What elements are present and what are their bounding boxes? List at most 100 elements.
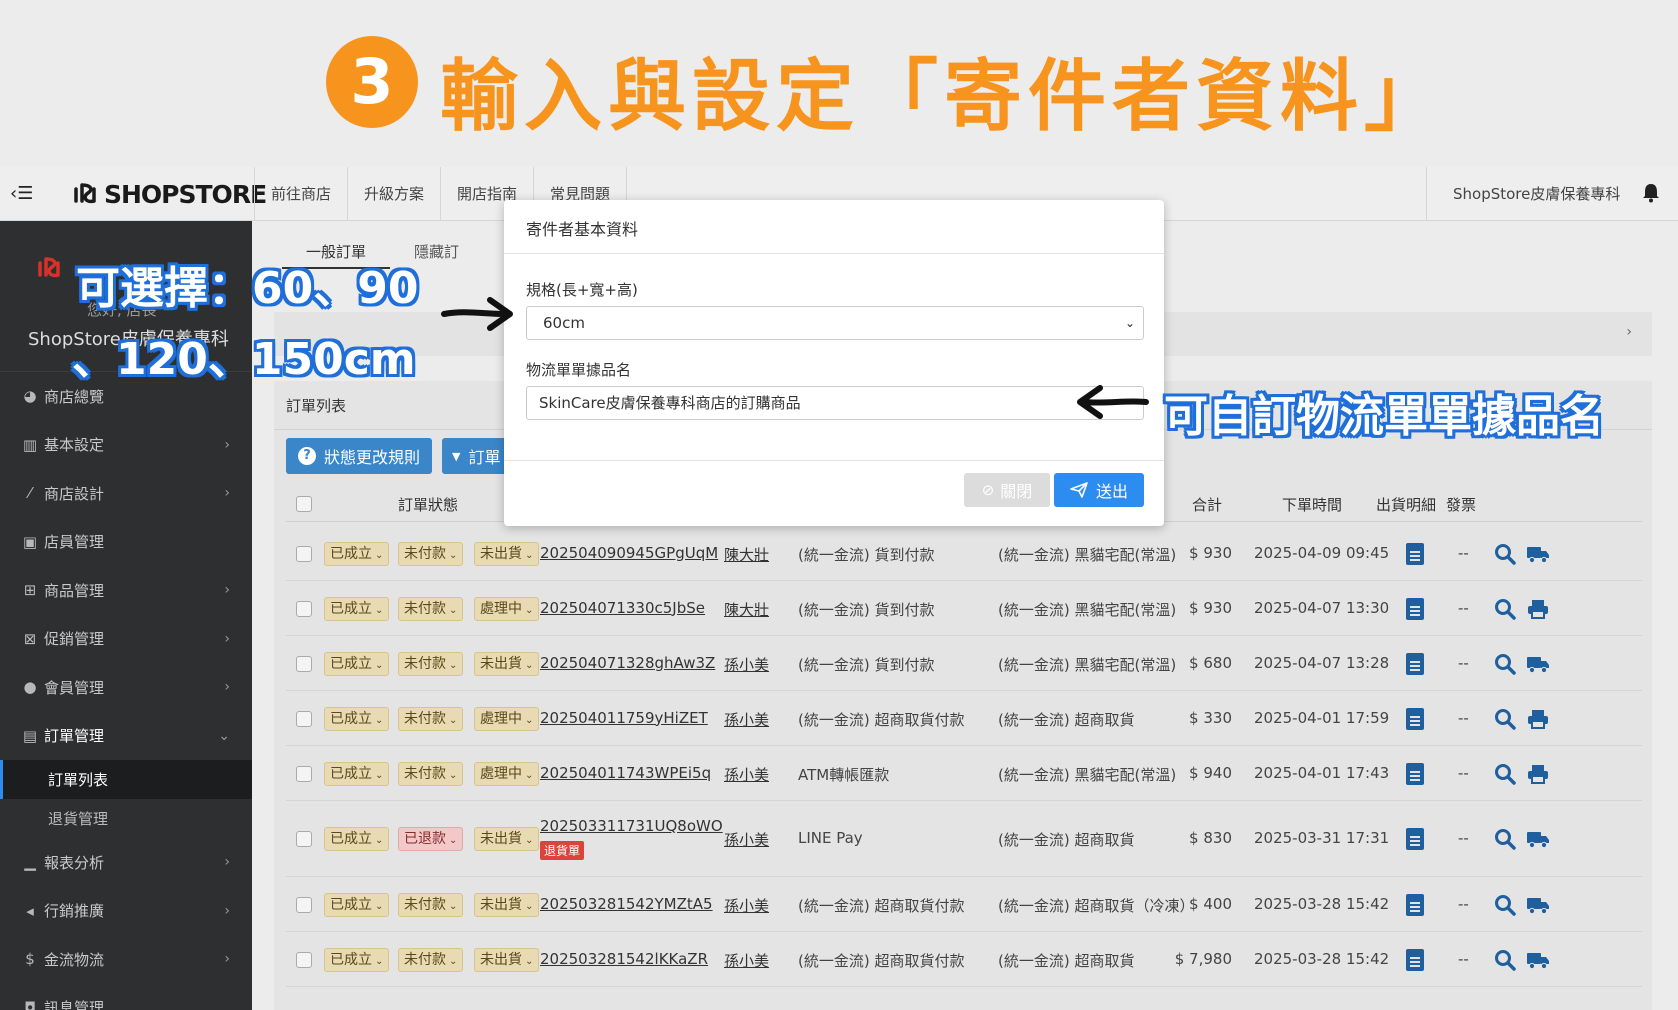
status-order-dropdown[interactable]: 已成立 ⌄	[324, 947, 390, 972]
status-payment-dropdown[interactable]: 未付款 ⌄	[398, 541, 464, 566]
sidebar-subitem-order-list[interactable]: 訂單列表	[0, 760, 252, 799]
customer-link[interactable]: 孫小美	[724, 895, 769, 916]
row-checkbox[interactable]	[296, 765, 312, 782]
truck-icon[interactable]	[1526, 894, 1550, 916]
order-number-link[interactable]: 202504011743WPEi5q	[540, 764, 711, 782]
status-shipping-dropdown[interactable]: 處理中 ⌄	[474, 706, 540, 731]
status-shipping-dropdown[interactable]: 未出貨 ⌄	[474, 827, 540, 851]
sidebar-item-products[interactable]: ⊞ 商品管理 ›	[0, 566, 252, 615]
order-number-link[interactable]: 202503281542YMZtA5	[540, 895, 713, 913]
sidebar-item-payment-logistics[interactable]: $ 金流物流 ›	[0, 935, 252, 984]
product-name-input[interactable]: SkinCare皮膚保養專科商店的訂購商品	[526, 386, 1144, 420]
sidebar-subitem-returns[interactable]: 退貨管理	[0, 799, 252, 838]
status-payment-dropdown[interactable]: 未付款 ⌄	[398, 706, 464, 731]
status-order-dropdown[interactable]: 已成立 ⌄	[324, 892, 390, 917]
row-checkbox[interactable]	[296, 600, 312, 617]
order-number-link[interactable]: 202504011759yHiZET	[540, 709, 708, 727]
status-payment-label: 未付款	[404, 710, 446, 727]
sidebar-item-staff[interactable]: ▣ 店員管理	[0, 518, 252, 567]
customer-link[interactable]: 陳大壯	[724, 599, 769, 620]
customer-link[interactable]: 陳大壯	[724, 544, 769, 565]
document-icon[interactable]	[1406, 597, 1424, 620]
search-icon[interactable]	[1494, 763, 1516, 785]
status-shipping-dropdown[interactable]: 處理中 ⌄	[474, 596, 540, 621]
status-order-dropdown[interactable]: 已成立 ⌄	[324, 596, 390, 621]
status-payment-dropdown[interactable]: 未付款 ⌄	[398, 761, 464, 786]
search-icon[interactable]	[1494, 828, 1516, 850]
row-checkbox[interactable]	[296, 896, 312, 913]
document-icon[interactable]	[1406, 948, 1424, 971]
customer-link[interactable]: 孫小美	[724, 709, 769, 730]
row-checkbox[interactable]	[296, 951, 312, 968]
order-number-link[interactable]: 202503311731UQ8oWO	[540, 817, 723, 835]
truck-icon[interactable]	[1526, 543, 1550, 565]
sidebar-item-marketing[interactable]: ◂ 行銷推廣 ›	[0, 887, 252, 936]
search-icon[interactable]	[1494, 543, 1516, 565]
status-payment-dropdown[interactable]: 未付款 ⌄	[398, 651, 464, 676]
store-name-menu[interactable]: ShopStore皮膚保養專科	[1426, 167, 1648, 221]
print-icon[interactable]	[1526, 708, 1550, 730]
search-icon[interactable]	[1494, 894, 1516, 916]
document-icon[interactable]	[1406, 707, 1424, 730]
order-number-link[interactable]: 202504071328ghAw3Z	[540, 654, 715, 672]
menu-toggle-icon[interactable]: ‹☰	[10, 183, 33, 204]
status-payment-dropdown[interactable]: 已退款 ⌄	[398, 827, 464, 851]
print-icon[interactable]	[1526, 763, 1550, 785]
sidebar-item-messages[interactable]: ◘ 訊息管理	[0, 984, 252, 1010]
document-icon[interactable]	[1406, 762, 1424, 785]
row-checkbox[interactable]	[296, 710, 312, 727]
sidebar-item-store-design[interactable]: ⁄ 商店設計 ›	[0, 469, 252, 518]
send-button[interactable]: 送出	[1054, 473, 1144, 507]
customer-link[interactable]: 孫小美	[724, 829, 769, 850]
search-icon[interactable]	[1494, 708, 1516, 730]
document-icon[interactable]	[1406, 542, 1424, 565]
document-icon[interactable]	[1406, 893, 1424, 916]
status-order-dropdown[interactable]: 已成立 ⌄	[324, 761, 390, 786]
status-payment-dropdown[interactable]: 未付款 ⌄	[398, 947, 464, 972]
search-icon[interactable]	[1494, 653, 1516, 675]
size-select[interactable]: 60cm ⌄	[526, 306, 1144, 340]
status-shipping-dropdown[interactable]: 處理中 ⌄	[474, 761, 540, 786]
status-shipping-dropdown[interactable]: 未出貨 ⌄	[474, 541, 540, 566]
print-icon[interactable]	[1526, 598, 1550, 620]
select-all-checkbox[interactable]	[296, 496, 312, 512]
send-button-label: 送出	[1095, 482, 1128, 501]
truck-icon[interactable]	[1526, 949, 1550, 971]
search-icon[interactable]	[1494, 949, 1516, 971]
sidebar-item-promotions[interactable]: ⊠ 促銷管理 ›	[0, 615, 252, 664]
row-checkbox[interactable]	[296, 545, 312, 562]
nav-item-visit-store[interactable]: 前往商店	[254, 167, 347, 221]
truck-icon[interactable]	[1526, 653, 1550, 675]
status-order-dropdown[interactable]: 已成立 ⌄	[324, 541, 390, 566]
document-icon[interactable]	[1406, 652, 1424, 675]
status-order-dropdown[interactable]: 已成立 ⌄	[324, 706, 390, 731]
nav-item-upgrade[interactable]: 升級方案	[347, 167, 440, 221]
sidebar-item-orders[interactable]: ▤ 訂單管理 ⌄	[0, 712, 252, 761]
sidebar-item-reports[interactable]: ▁ 報表分析 ›	[0, 838, 252, 887]
status-rules-button[interactable]: ? 狀態更改規則	[286, 438, 433, 474]
order-number-link[interactable]: 202504071330c5JbSe	[540, 599, 705, 617]
customer-link[interactable]: 孫小美	[724, 654, 769, 675]
status-order-dropdown[interactable]: 已成立 ⌄	[324, 827, 390, 851]
status-shipping-dropdown[interactable]: 未出貨 ⌄	[474, 947, 540, 972]
search-icon[interactable]	[1494, 598, 1516, 620]
status-payment-dropdown[interactable]: 未付款 ⌄	[398, 596, 464, 621]
status-shipping-dropdown[interactable]: 未出貨 ⌄	[474, 651, 540, 676]
order-number-link[interactable]: 202503281542lKKaZR	[540, 950, 708, 968]
sidebar-item-basic-settings[interactable]: ▥ 基本設定 ›	[0, 421, 252, 470]
row-checkbox[interactable]	[296, 655, 312, 672]
customer-link[interactable]: 孫小美	[724, 764, 769, 785]
customer-link[interactable]: 孫小美	[724, 950, 769, 971]
order-number-link[interactable]: 202504090945GPgUqM	[540, 544, 718, 562]
document-icon[interactable]	[1406, 828, 1424, 850]
sidebar-item-members[interactable]: ● 會員管理 ›	[0, 663, 252, 712]
close-button[interactable]: ⊘ 關閉	[964, 473, 1050, 507]
row-checkbox[interactable]	[296, 831, 312, 847]
status-shipping-dropdown[interactable]: 未出貨 ⌄	[474, 892, 540, 917]
shopstore-logo[interactable]: SHOPSTORE	[72, 177, 267, 211]
status-order-dropdown[interactable]: 已成立 ⌄	[324, 651, 390, 676]
bell-icon[interactable]	[1642, 183, 1660, 208]
invoice-value: --	[1458, 543, 1469, 562]
status-payment-dropdown[interactable]: 未付款 ⌄	[398, 892, 464, 917]
truck-icon[interactable]	[1526, 828, 1550, 850]
